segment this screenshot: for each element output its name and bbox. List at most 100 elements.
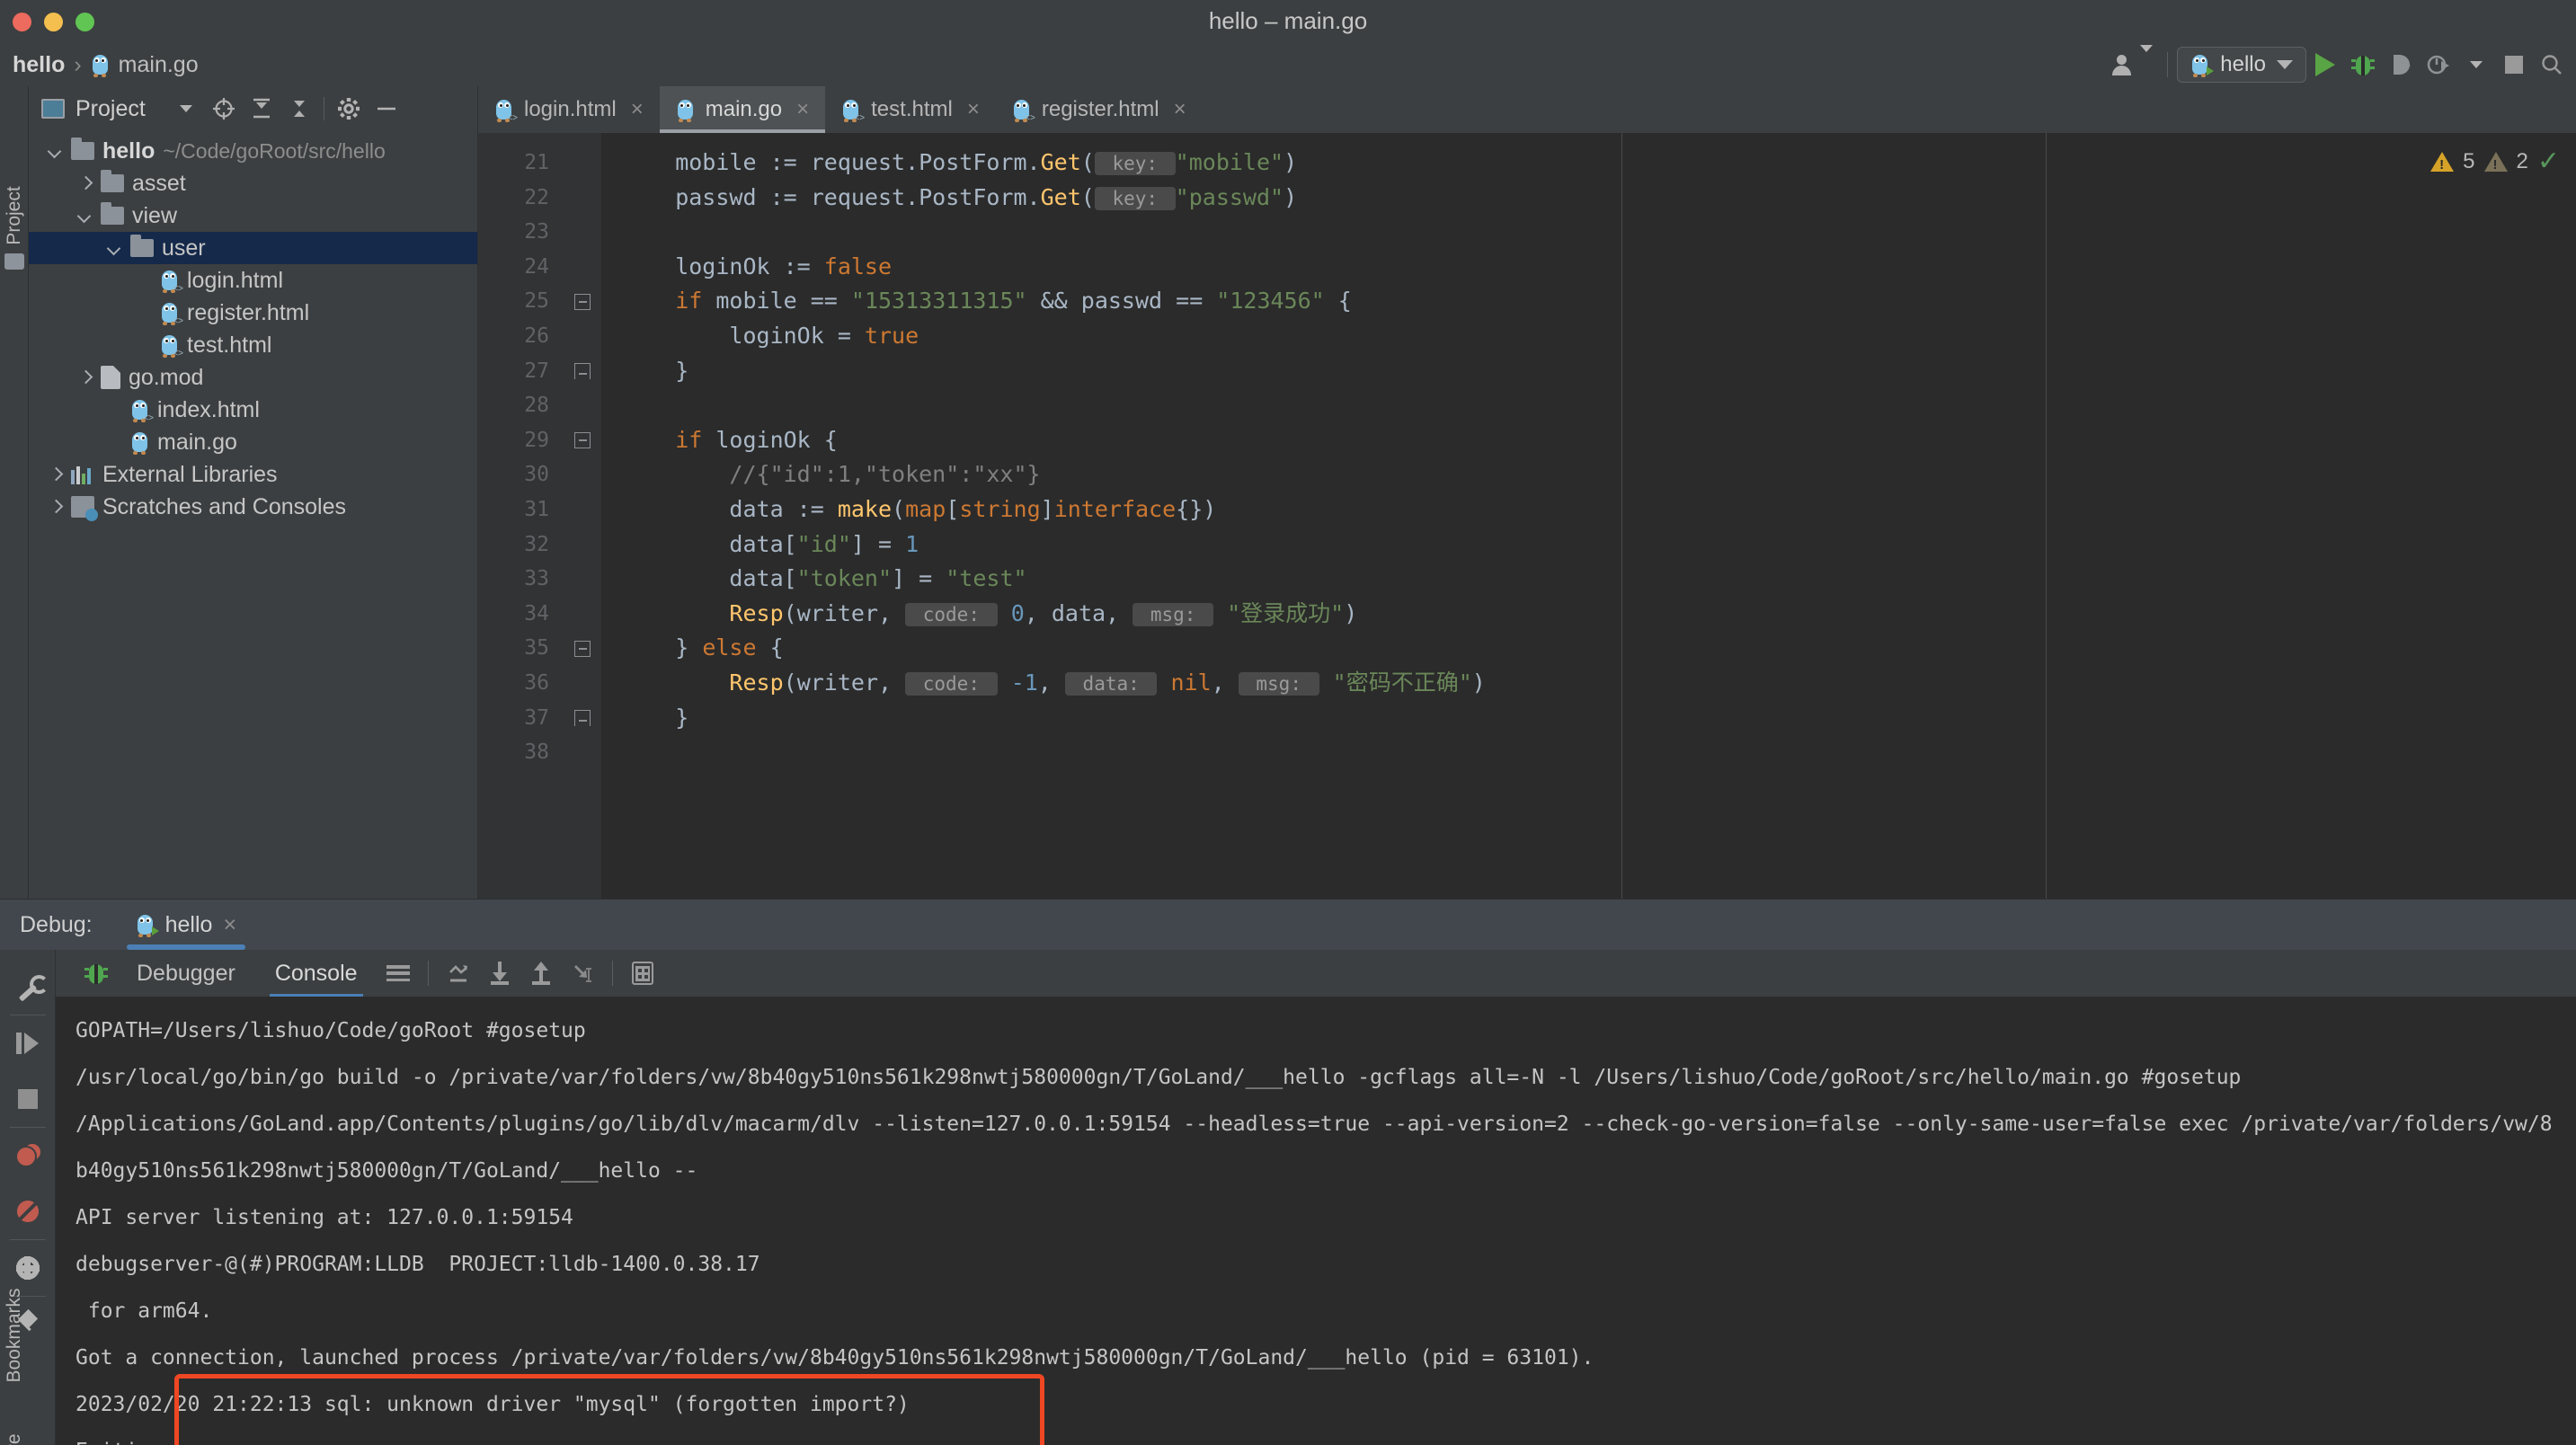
account-button[interactable] [2106,45,2158,84]
stop-button[interactable] [2495,45,2533,84]
code-line[interactable]: Resp(writer, code: 0, data, msg: "登录成功") [621,597,2046,632]
hide-panel-button[interactable] [368,91,405,127]
close-icon[interactable]: × [223,912,236,938]
mute-breakpoints-button[interactable] [0,1183,56,1239]
tool-window-structure-label[interactable]: Structure [4,1433,25,1445]
fold-marker-row[interactable] [564,181,601,216]
fold-marker-row[interactable] [564,562,601,597]
code-line[interactable]: Resp(writer, code: -1, data: nil, msg: "… [621,666,2046,701]
fold-marker-row[interactable] [564,215,601,250]
fold-marker-row[interactable] [564,701,601,736]
tool-window-project-label[interactable]: Project [4,186,25,244]
code-line[interactable]: } [621,354,2046,389]
chevron-down-icon[interactable] [76,208,93,224]
code-line[interactable]: passwd := request.PostForm.Get( key: "pa… [621,181,2046,216]
tree-node-main-go[interactable]: main.go [29,426,477,458]
soft-wrap-button[interactable] [378,955,419,991]
console-output[interactable]: GOPATH=/Users/lishuo/Code/goRoot #gosetu… [56,997,2576,1445]
run-configuration-selector[interactable]: hello [2177,47,2306,83]
fold-marker-row[interactable] [564,354,601,389]
fold-collapse-icon[interactable] [574,432,591,449]
print-button[interactable] [622,955,663,991]
tree-node-register-html[interactable]: <> register.html [29,297,477,329]
stop-program-button[interactable] [0,1071,56,1127]
jump-to-end-button[interactable] [562,955,603,991]
tree-node-user[interactable]: user [29,232,477,264]
tab-debugger[interactable]: Debugger [117,961,255,987]
view-breakpoints-button[interactable] [0,1128,56,1183]
scroll-up-button[interactable] [520,955,562,991]
editor-tab-register-html[interactable]: <> register.html × [996,86,1203,133]
fold-collapse-icon[interactable] [574,640,591,657]
fold-marker-row[interactable] [564,319,601,354]
fold-marker-row[interactable] [564,423,601,458]
run-button[interactable] [2306,45,2344,84]
chevron-right-icon[interactable] [76,175,93,191]
collapse-all-button[interactable] [280,91,318,127]
code-line[interactable] [621,388,2046,423]
chevron-right-icon[interactable] [47,466,63,483]
fold-marker-row[interactable] [564,631,601,666]
expand-all-button[interactable] [243,91,280,127]
tree-node-login-html[interactable]: <> login.html [29,264,477,297]
tree-node-external-libraries[interactable]: External Libraries [29,458,477,491]
chevron-down-icon[interactable] [47,143,63,159]
code-line[interactable]: loginOk := false [621,250,2046,285]
code-line[interactable]: if loginOk { [621,423,2046,458]
settings-wrench-button[interactable] [0,959,56,1015]
editor-tabs[interactable]: <> login.html × main.go × <> test.html × <> regis… [478,86,2576,133]
fold-marker-row[interactable] [564,492,601,527]
profile-dropdown-button[interactable] [2457,45,2495,84]
fold-marker-row[interactable] [564,666,601,701]
tree-node-view[interactable]: view [29,199,477,232]
code-line[interactable]: if mobile == "15313311315" && passwd == … [621,284,2046,319]
debug-button[interactable] [2344,45,2382,84]
fold-marker-row[interactable] [564,388,601,423]
fold-marker-row[interactable] [564,735,601,770]
fold-marker-row[interactable] [564,146,601,181]
editor-tab-main-go[interactable]: main.go × [659,86,826,133]
tree-node-hello[interactable]: hello ~/Code/goRoot/src/hello [29,135,477,167]
fold-marker-row[interactable] [564,597,601,632]
fold-marker-row[interactable] [564,527,601,563]
chevron-right-icon[interactable] [47,499,63,515]
breadcrumb-project[interactable]: hello [13,52,65,78]
editor-tab-login-html[interactable]: <> login.html × [478,86,660,133]
search-everywhere-button[interactable] [2533,45,2571,84]
debug-icon-button[interactable] [76,955,117,991]
scroll-down-button[interactable] [479,955,520,991]
debug-session-tab[interactable]: hello × [126,900,246,950]
code-line[interactable]: //{"id":1,"token":"xx"} [621,457,2046,492]
close-icon[interactable]: × [796,97,809,122]
fold-marker-row[interactable] [564,457,601,492]
fold-end-icon[interactable] [574,362,591,379]
tab-console[interactable]: Console [255,961,378,997]
code-line[interactable]: } [621,701,2046,736]
project-tree[interactable]: hello ~/Code/goRoot/src/hello asset view use… [29,131,477,899]
tree-node-go-mod[interactable]: go.mod [29,361,477,394]
code-text[interactable]: mobile := request.PostForm.Get( key: "mo… [601,133,2046,899]
project-settings-button[interactable] [330,91,368,127]
code-line[interactable]: } else { [621,631,2046,666]
tree-node-test-html[interactable]: <> test.html [29,329,477,361]
fold-end-icon[interactable] [574,709,591,726]
scroll-from-source-button[interactable] [205,91,243,127]
fold-marker-row[interactable] [564,250,601,285]
code-line[interactable] [621,215,2046,250]
resume-program-button[interactable] [0,1015,56,1071]
run-with-coverage-button[interactable] [2382,45,2420,84]
fold-marker-row[interactable] [564,284,601,319]
code-line[interactable] [621,735,2046,770]
breadcrumb[interactable]: hello › main.go [0,52,199,78]
fold-collapse-icon[interactable] [574,293,591,310]
tree-node-scratches-and-consoles[interactable]: Scratches and Consoles [29,491,477,523]
tree-node-index-html[interactable]: <> index.html [29,394,477,426]
scroll-to-end-button[interactable] [438,955,479,991]
close-icon[interactable]: × [1174,97,1186,122]
code-line[interactable]: data["token"] = "test" [621,562,2046,597]
project-view-dropdown-button[interactable] [167,91,205,127]
inspection-widget[interactable]: 5 2 ✓ [2430,146,2560,177]
code-line[interactable]: mobile := request.PostForm.Get( key: "mo… [621,146,2046,181]
code-line[interactable]: data := make(map[string]interface{}) [621,492,2046,527]
code-line[interactable]: data["id"] = 1 [621,527,2046,563]
